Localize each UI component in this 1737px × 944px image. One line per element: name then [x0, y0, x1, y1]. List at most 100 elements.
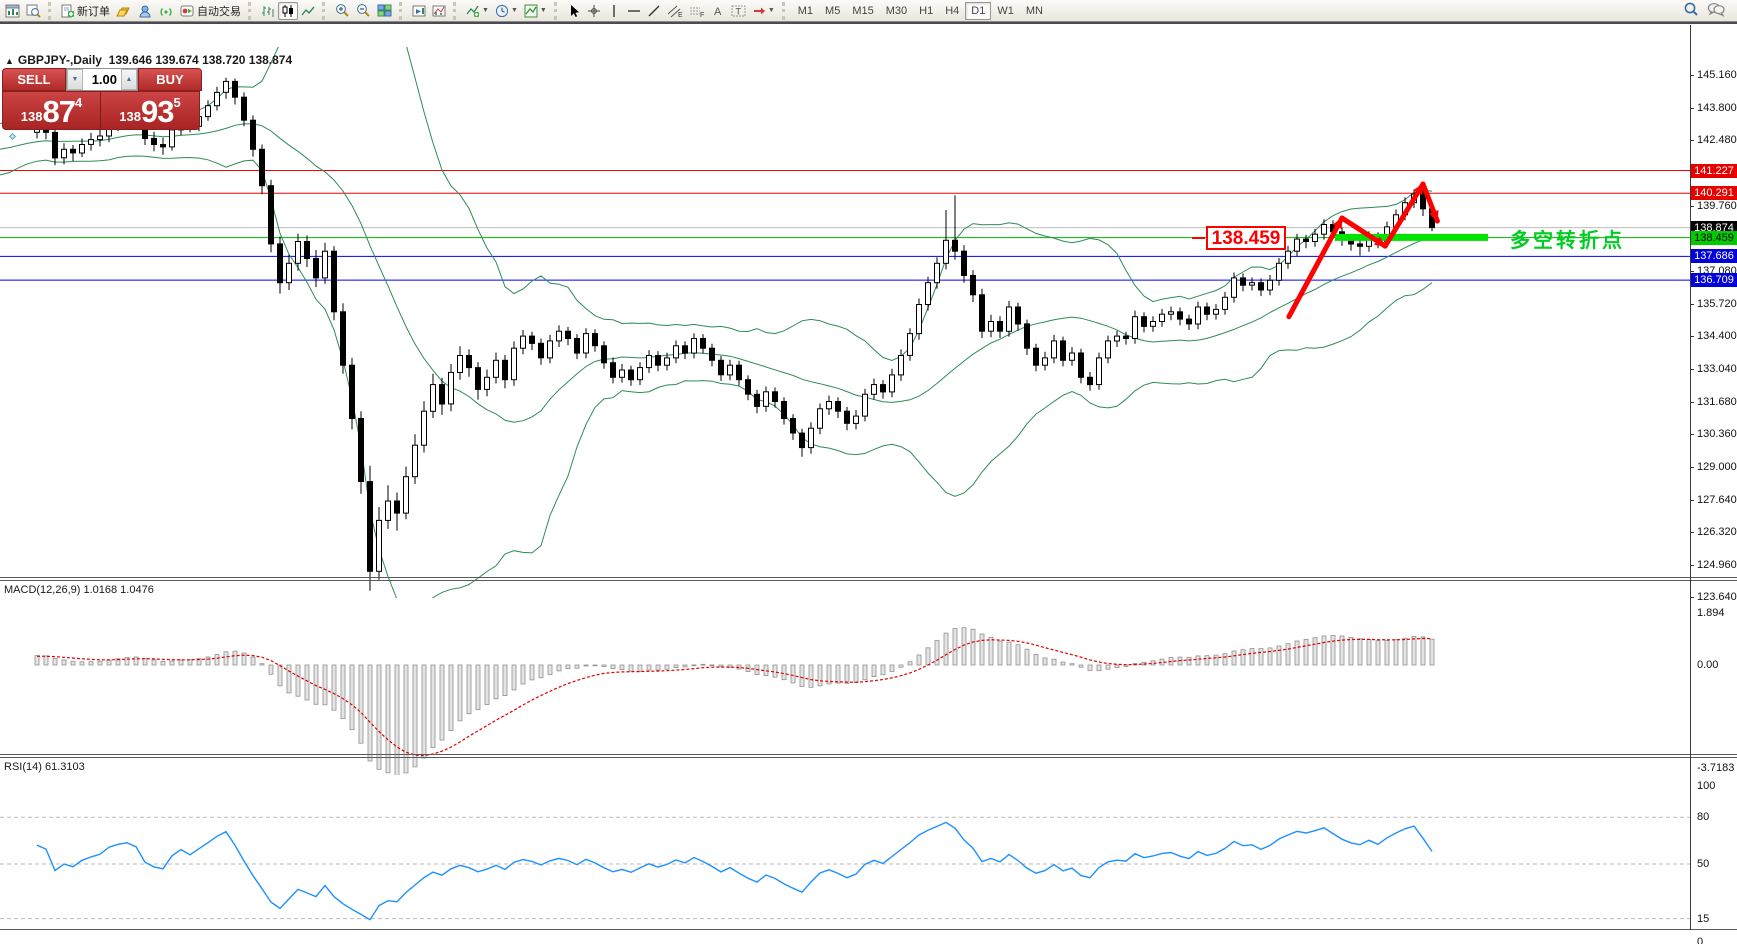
price-axis-label: 133.040: [1697, 364, 1737, 375]
level-callout-leader: [1192, 237, 1205, 239]
pane-separator[interactable]: [0, 757, 1737, 758]
strategy-tester-icon[interactable]: [409, 2, 429, 20]
timeframe-M1[interactable]: M1: [792, 2, 819, 20]
macd-axis-max: 1.894: [1697, 608, 1725, 619]
template-icon[interactable]: ▼: [521, 2, 550, 20]
price-axis-label: 143.800: [1697, 103, 1737, 114]
equidistant-channel-tool-icon[interactable]: E: [664, 2, 686, 20]
volume-increase-button[interactable]: ▲: [121, 69, 137, 90]
volume-value[interactable]: 1.00: [83, 69, 121, 90]
shapes-tool-icon[interactable]: ▼: [749, 2, 778, 20]
text-label-tool-icon[interactable]: T: [728, 2, 749, 20]
timeframe-M5[interactable]: M5: [819, 2, 846, 20]
horizontal-line-tool-icon[interactable]: [624, 2, 644, 20]
level-callout-box[interactable]: 138.459: [1206, 226, 1286, 250]
toolbar-separator: [453, 2, 460, 20]
zoom-in-icon[interactable]: [332, 2, 353, 20]
timeframe-M15[interactable]: M15: [846, 2, 879, 20]
macd-pane[interactable]: [0, 603, 1690, 775]
period-clock-icon[interactable]: ▼: [492, 2, 521, 20]
price-axis-label: 135.720: [1697, 299, 1737, 310]
sell-price-main: 87: [42, 96, 74, 127]
market-watch-icon[interactable]: [23, 2, 44, 20]
toolbar-separator: [322, 2, 329, 20]
toolbar-right-group: [1683, 1, 1735, 20]
price-axis-tick: [1690, 565, 1694, 566]
buy-price-pip: 5: [173, 96, 180, 109]
vertical-line-tool-icon[interactable]: [604, 2, 624, 20]
macd-indicator-label: MACD(12,26,9) 1.0168 1.0476: [4, 584, 154, 596]
price-axis-tick: [1690, 140, 1694, 141]
new-order-button[interactable]: 新订单: [58, 2, 113, 20]
pane-separator[interactable]: [0, 754, 1737, 755]
price-tag: 136.709: [1691, 273, 1737, 287]
new-order-label: 新订单: [77, 3, 110, 19]
timeframe-W1[interactable]: W1: [991, 2, 1020, 20]
bar-chart-icon[interactable]: [258, 2, 278, 20]
trendline-tool-icon[interactable]: [644, 2, 664, 20]
rsi-pane[interactable]: [0, 780, 1690, 944]
community-icon[interactable]: [135, 2, 156, 20]
crosshair-tool-icon[interactable]: [584, 2, 604, 20]
dropdown-caret-icon: ▼: [511, 7, 518, 14]
price-axis-tick: [1690, 271, 1694, 272]
turning-point-annotation[interactable]: 多空转折点: [1510, 224, 1625, 253]
cursor-tool-icon[interactable]: [564, 2, 584, 20]
svg-text:F: F: [700, 12, 704, 18]
timeframe-MN[interactable]: MN: [1020, 2, 1049, 20]
toolbar-separator: [554, 2, 561, 20]
toolbar-separator: [48, 2, 55, 20]
buy-price-main: 93: [141, 96, 173, 127]
one-click-collapse-icon[interactable]: ▲: [5, 56, 14, 66]
price-axis-border: [1690, 25, 1691, 930]
main-price-pane[interactable]: [0, 47, 1690, 598]
price-axis-label: 126.320: [1697, 527, 1737, 538]
price-axis-label: 129.000: [1697, 462, 1737, 473]
rsi-axis-label: 15: [1697, 914, 1709, 925]
pane-separator: [0, 929, 1737, 930]
timeframe-M30[interactable]: M30: [880, 2, 913, 20]
pane-separator[interactable]: [0, 577, 1737, 578]
price-axis-tick: [1690, 75, 1694, 76]
zoom-out-icon[interactable]: [353, 2, 374, 20]
volume-decrease-button[interactable]: ▼: [67, 69, 83, 90]
text-tool-icon[interactable]: A: [708, 2, 728, 20]
macd-axis-zero: 0.00: [1697, 660, 1718, 671]
timeframe-H1[interactable]: H1: [913, 2, 939, 20]
one-click-trading-panel: SELL ▼ 1.00 ▲ BUY 138874 138935: [2, 68, 202, 130]
timeframe-H4[interactable]: H4: [939, 2, 965, 20]
chat-icon[interactable]: [1707, 1, 1725, 20]
toolbar: 新订单 自动交易 ▼ ▼ ▼ E F A T ▼ M: [0, 0, 1737, 22]
add-indicator-button[interactable]: ▼: [463, 2, 492, 20]
price-axis-tick: [1690, 434, 1694, 435]
chart-window[interactable]: ▲GBPJPY-,Daily 139.646 139.674 138.720 1…: [0, 22, 1737, 944]
svg-text:A: A: [714, 6, 722, 18]
search-icon[interactable]: [1683, 1, 1699, 20]
toolbar-separator: [782, 2, 789, 20]
rsi-axis-label: 100: [1697, 781, 1715, 792]
dropdown-caret-icon: ▼: [768, 7, 775, 14]
price-axis-label: 134.400: [1697, 331, 1737, 342]
candlestick-chart-icon[interactable]: [278, 2, 298, 20]
charts-window-icon[interactable]: [2, 2, 23, 20]
sell-button[interactable]: SELL: [2, 68, 66, 91]
line-chart-icon[interactable]: [298, 2, 318, 20]
chart-ohlc-values: 139.646 139.674 138.720 138.874: [109, 53, 293, 67]
gold-icon[interactable]: [113, 2, 135, 20]
auto-trading-button[interactable]: 自动交易: [177, 2, 244, 20]
indicator-list-icon[interactable]: [429, 2, 449, 20]
fibonacci-tool-icon[interactable]: F: [686, 2, 708, 20]
buy-price-display[interactable]: 138935: [101, 91, 200, 130]
price-axis-label: 139.760: [1697, 201, 1737, 212]
sell-price-display[interactable]: 138874: [2, 91, 101, 130]
signal-icon[interactable]: [156, 2, 177, 20]
tile-windows-icon[interactable]: [374, 2, 395, 20]
buy-button[interactable]: BUY: [138, 68, 202, 91]
timeframe-D1[interactable]: D1: [965, 2, 991, 20]
sell-price-base: 138: [21, 107, 43, 127]
pane-separator[interactable]: [0, 580, 1737, 581]
toolbar-separator: [248, 2, 255, 20]
rsi-axis-label: 0: [1697, 937, 1703, 944]
svg-text:T: T: [735, 6, 741, 16]
volume-stepper: ▼ 1.00 ▲: [66, 68, 138, 91]
